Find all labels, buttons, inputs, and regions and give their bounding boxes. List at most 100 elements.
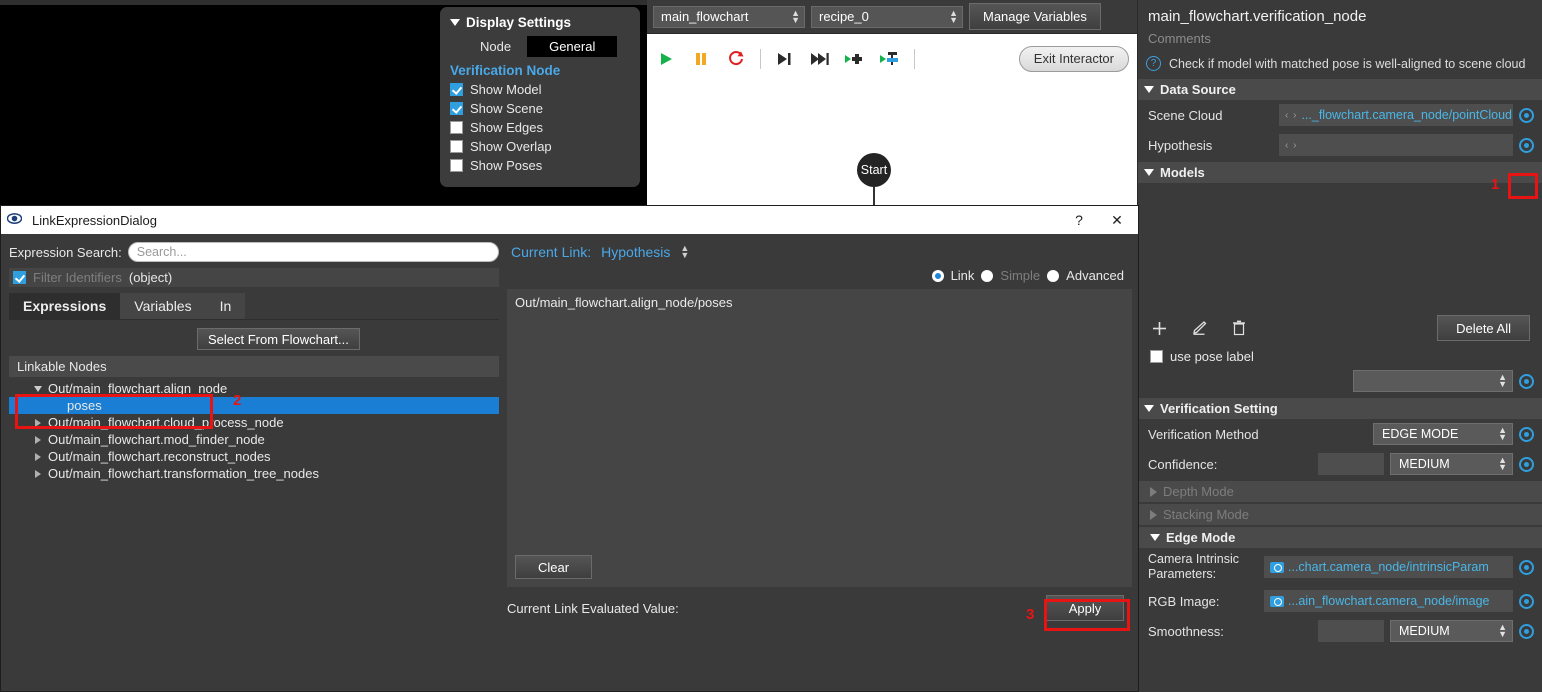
radio-advanced[interactable] <box>1047 269 1060 282</box>
chevron-right-icon[interactable] <box>35 469 41 478</box>
run-icon[interactable] <box>655 48 677 70</box>
hint-text: Check if model with matched pose is well… <box>1169 56 1526 71</box>
tree-item-mod-finder-node[interactable]: Out/main_flowchart.mod_finder_node <box>9 431 499 448</box>
step-icon[interactable] <box>774 48 796 70</box>
help-button[interactable]: ? <box>1064 207 1094 233</box>
rgb-image-link-field[interactable]: ...ain_flowchart.camera_node/image <box>1264 590 1513 612</box>
tab-general[interactable]: General <box>527 36 618 57</box>
project-combo[interactable]: main_flowchart ▲ ▼ <box>653 5 805 28</box>
run-from-node-icon[interactable] <box>879 48 901 70</box>
camera-intrinsic-link-field[interactable]: ...chart.camera_node/intrinsicParam <box>1264 556 1513 578</box>
section-stacking-mode[interactable]: Stacking Mode <box>1138 504 1542 525</box>
camera-intrinsic-target-button[interactable] <box>1519 559 1534 575</box>
confidence-select[interactable]: MEDIUM ▲ ▼ <box>1390 453 1513 475</box>
pose-label-select[interactable]: ▲ ▼ <box>1353 370 1513 392</box>
plus-icon[interactable] <box>1150 319 1168 337</box>
display-settings-header[interactable]: Display Settings <box>450 15 630 30</box>
camera-intrinsic-label-line1: Camera Intrinsic <box>1148 552 1239 566</box>
clear-button[interactable]: Clear <box>515 555 592 579</box>
checkbox-show-scene[interactable]: Show Scene <box>450 101 630 116</box>
reset-icon[interactable] <box>725 48 747 70</box>
comments-placeholder[interactable]: Comments <box>1138 27 1542 46</box>
tree-item-cloud-process-node[interactable]: Out/main_flowchart.cloud_process_node <box>9 414 499 431</box>
chevron-down-icon <box>1144 169 1154 176</box>
tree-item-reconstruct-nodes[interactable]: Out/main_flowchart.reconstruct_nodes <box>9 448 499 465</box>
checkbox-icon[interactable] <box>13 271 26 284</box>
checkbox-label: use pose label <box>1170 349 1254 364</box>
display-settings-title: Display Settings <box>466 15 572 30</box>
scene-cloud-target-button[interactable] <box>1519 107 1534 123</box>
spinner-icon[interactable]: ▲ ▼ <box>680 244 689 260</box>
current-link-value[interactable]: Hypothesis <box>601 244 670 260</box>
expression-textarea[interactable]: Out/main_flowchart.align_node/poses <box>507 289 1132 549</box>
trash-icon[interactable] <box>1230 319 1248 337</box>
flowchart-canvas[interactable] <box>647 83 1137 205</box>
section-verification-setting[interactable]: Verification Setting <box>1138 398 1542 419</box>
smoothness-select[interactable]: MEDIUM ▲ ▼ <box>1390 620 1513 642</box>
smoothness-value-box[interactable] <box>1318 620 1384 642</box>
pose-label-target-button[interactable] <box>1519 373 1534 389</box>
checkbox-show-poses[interactable]: Show Poses <box>450 158 630 173</box>
chevron-down-icon[interactable] <box>34 385 42 392</box>
tab-expressions[interactable]: Expressions <box>9 293 121 319</box>
dialog-titlebar[interactable]: LinkExpressionDialog ? ✕ <box>1 206 1138 234</box>
tree-item-align-node[interactable]: Out/main_flowchart.align_node <box>9 380 499 397</box>
chevron-right-icon[interactable] <box>35 452 41 461</box>
display-settings-panel: Display Settings Node General Verificati… <box>440 7 640 187</box>
smoothness-target-button[interactable] <box>1519 623 1534 639</box>
scene-cloud-link-field[interactable]: ‹ › ..._flowchart.camera_node/pointCloud <box>1279 104 1513 126</box>
tree-item-poses[interactable]: poses <box>9 397 499 414</box>
search-input[interactable]: Search... <box>127 242 499 262</box>
tab-node[interactable]: Node <box>464 36 527 57</box>
run-to-node-icon[interactable] <box>844 48 866 70</box>
confidence-value-box[interactable] <box>1318 453 1384 475</box>
checkbox-icon[interactable] <box>450 102 463 115</box>
exit-interactor-button[interactable]: Exit Interactor <box>1018 45 1129 72</box>
checkbox-icon[interactable] <box>450 159 463 172</box>
pause-icon[interactable] <box>690 48 712 70</box>
section-edge-mode[interactable]: Edge Mode <box>1138 527 1542 548</box>
checkbox-label: Show Scene <box>470 101 543 116</box>
select-from-flowchart-button[interactable]: Select From Flowchart... <box>197 328 360 350</box>
chevron-right-icon[interactable] <box>35 435 41 444</box>
camera-intrinsic-label-line2: Parameters: <box>1148 567 1217 581</box>
recipe-combo[interactable]: recipe_0 ▲ ▼ <box>811 5 963 28</box>
annotation-number-3: 3 <box>1026 606 1035 623</box>
section-depth-mode[interactable]: Depth Mode <box>1138 481 1542 502</box>
radio-simple[interactable] <box>981 269 994 282</box>
checkbox-label: Show Model <box>470 82 542 97</box>
start-node[interactable]: Start <box>857 153 891 187</box>
chevron-right-icon[interactable] <box>35 418 41 427</box>
checkbox-icon[interactable] <box>450 121 463 134</box>
apply-button[interactable]: Apply <box>1046 595 1124 621</box>
verification-method-value: EDGE MODE <box>1382 427 1459 441</box>
models-list[interactable] <box>1138 183 1542 313</box>
dialog-tabs: Expressions Variables In <box>9 293 499 319</box>
checkbox-use-pose-label[interactable]: use pose label <box>1138 347 1542 366</box>
fast-forward-icon[interactable] <box>809 48 831 70</box>
checkbox-icon[interactable] <box>450 83 463 96</box>
tab-variables[interactable]: Variables <box>120 293 206 319</box>
checkbox-icon[interactable] <box>450 140 463 153</box>
pencil-icon[interactable] <box>1190 319 1208 337</box>
verification-method-select[interactable]: EDGE MODE ▲ ▼ <box>1373 423 1513 445</box>
tree-item-transformation-tree-nodes[interactable]: Out/main_flowchart.transformation_tree_n… <box>9 465 499 482</box>
help-icon: ? <box>1146 56 1161 71</box>
section-data-source[interactable]: Data Source <box>1138 79 1542 100</box>
radio-link[interactable] <box>931 269 944 282</box>
checkbox-show-model[interactable]: Show Model <box>450 82 630 97</box>
confidence-target-button[interactable] <box>1519 456 1534 472</box>
section-models[interactable]: Models <box>1138 162 1542 183</box>
checkbox-icon[interactable] <box>1150 350 1163 363</box>
verification-method-target-button[interactable] <box>1519 426 1534 442</box>
hypothesis-link-field[interactable]: ‹ › <box>1279 134 1513 156</box>
tab-in[interactable]: In <box>205 293 246 319</box>
manage-variables-button[interactable]: Manage Variables <box>969 3 1101 30</box>
delete-all-button[interactable]: Delete All <box>1437 315 1530 341</box>
checkbox-show-overlap[interactable]: Show Overlap <box>450 139 630 154</box>
rgb-image-target-button[interactable] <box>1519 593 1534 609</box>
hypothesis-target-button[interactable] <box>1519 137 1534 153</box>
checkbox-show-edges[interactable]: Show Edges <box>450 120 630 135</box>
close-button[interactable]: ✕ <box>1102 207 1132 233</box>
toolbar-separator <box>760 48 761 69</box>
